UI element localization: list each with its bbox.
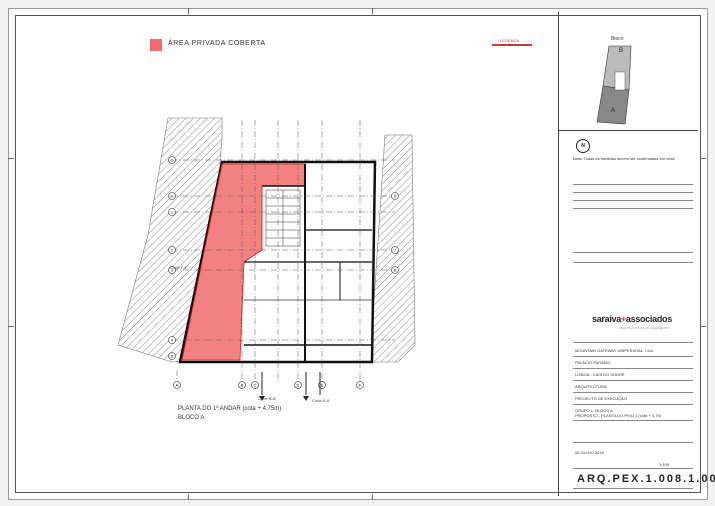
- table-line: [573, 420, 693, 421]
- logo-subtitle: ARQUITECTURA E PLANEAMENTO: [619, 326, 669, 330]
- grid-bubble-label: E: [321, 383, 324, 388]
- title-block: Bloco B A N Nota: Todas as medidas devem…: [558, 12, 715, 496]
- client-field: MOUNTAIN GATEWAY UNIPESSOAL, LDA.: [575, 348, 655, 353]
- table-line: [573, 184, 693, 185]
- table-line: [573, 368, 693, 369]
- table-line: [573, 488, 693, 489]
- key-plan: Bloco B A: [559, 12, 698, 131]
- table-line: [573, 380, 693, 381]
- specialty-field: ARQUITECTURA: [575, 384, 607, 389]
- table-line: [573, 262, 693, 263]
- plan-title: PLANTA DO 1º ANDAR (cota + 4,75m): [178, 406, 282, 412]
- company-logo: saraiva+associados: [592, 314, 672, 324]
- grid-bubble-label: C: [254, 383, 257, 388]
- key-block-a: A: [611, 108, 616, 114]
- grid-bubble-label: D: [297, 383, 300, 388]
- table-line: [573, 468, 693, 469]
- table-line: [573, 208, 693, 209]
- plan-subtitle: BLOCO A: [178, 415, 205, 421]
- table-line: [573, 356, 693, 357]
- drawing-number: ARQ.PEX.1.008.1.00.A: [577, 473, 715, 485]
- scale-field: 1:100: [659, 462, 670, 467]
- cut-markers: [261, 372, 321, 395]
- plan-caption: PLANTA DO 1º ANDAR (cota + 4,75m) BLOCO …: [178, 405, 281, 423]
- table-line: [573, 252, 693, 253]
- date-field: 06 JULHO 2018: [575, 450, 604, 455]
- phase-field: PROJECTO DE EXECUÇÃO: [575, 396, 627, 401]
- table-line: [573, 342, 693, 343]
- logo-rest: associados: [625, 314, 672, 324]
- key-plan-drawing: [596, 45, 632, 125]
- table-line: [573, 404, 693, 405]
- key-block-b: B: [619, 48, 624, 54]
- grid-bubble-label: H: [171, 194, 174, 199]
- logo-main: saraiva: [592, 314, 621, 324]
- cut-label-f: Corte F-F': [170, 265, 188, 270]
- cut-label-b: Corte B-B': [258, 396, 277, 401]
- grid-bubble-label: B: [241, 383, 244, 388]
- grid-bubble-label: A: [176, 383, 179, 388]
- project-field: PALÁCIO PARAÍSO: [575, 360, 611, 365]
- table-line: [573, 200, 693, 201]
- table-line: [573, 392, 693, 393]
- table-line: [573, 192, 693, 193]
- north-arrow-icon: N: [576, 139, 590, 153]
- note-text: Nota: Todas as medidas devem ser confirm…: [573, 156, 676, 161]
- drawing-desc-2: PROPOSTO - PLANTA DO PISO 1 (cota + 4,75…: [575, 413, 661, 418]
- table-line: [573, 442, 693, 443]
- grid-bubble-label: G: [170, 158, 173, 163]
- cut-arrow: [303, 396, 309, 401]
- cut-label-a: Corte A-A': [312, 398, 331, 403]
- location-field: LISBOA - CAIS DO SODRÉ: [575, 372, 625, 377]
